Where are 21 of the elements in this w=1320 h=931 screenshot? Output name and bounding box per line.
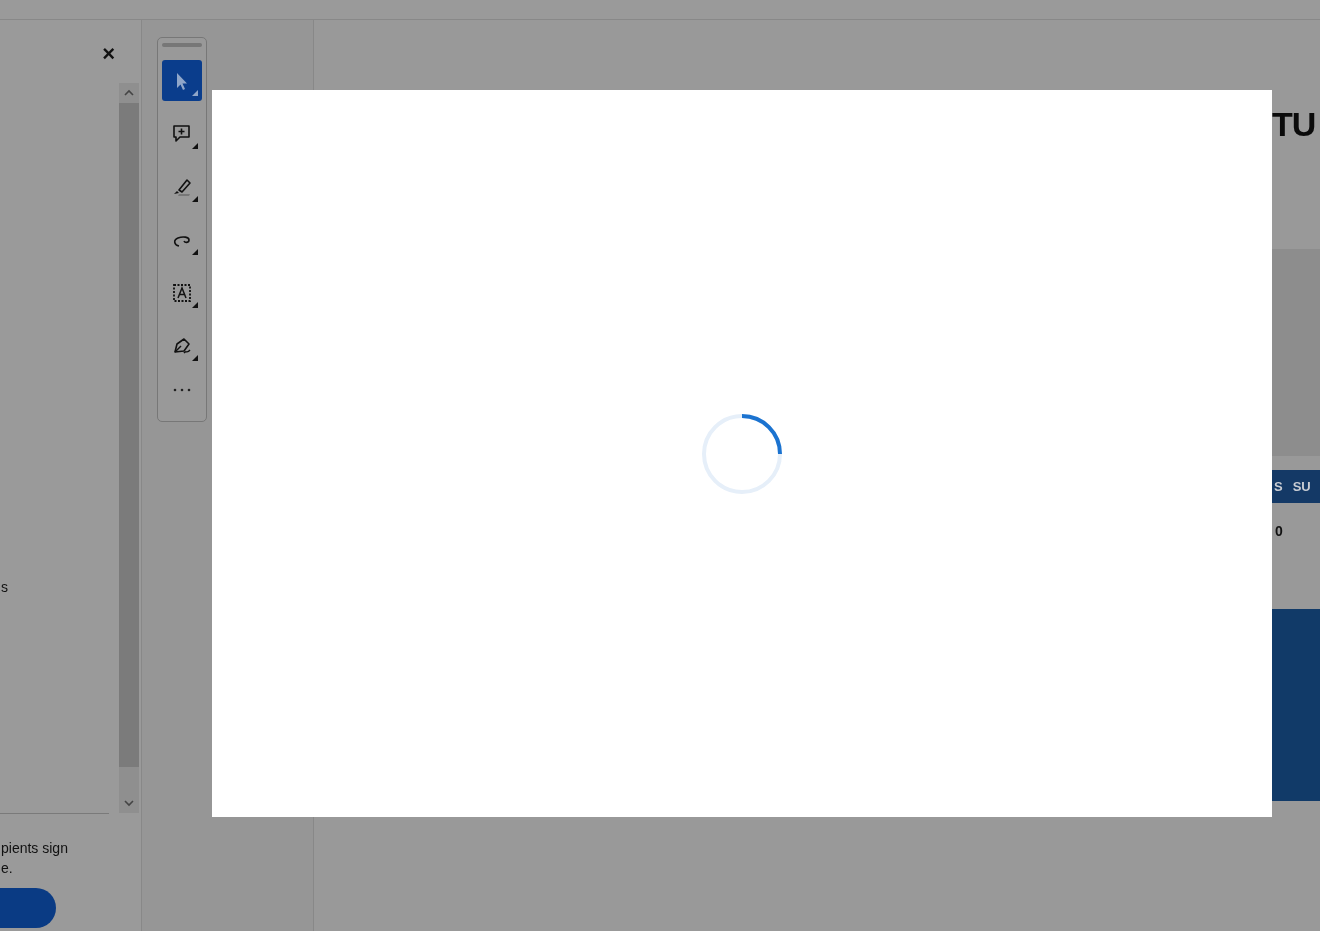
more-icon — [173, 388, 191, 392]
submenu-corner-icon — [192, 249, 198, 255]
submenu-corner-icon — [192, 302, 198, 308]
text-select-icon — [171, 281, 193, 304]
submenu-corner-icon — [192, 196, 198, 202]
submenu-corner-icon — [192, 90, 198, 96]
chevron-up-icon — [123, 88, 135, 97]
tool-button[interactable] — [162, 60, 202, 101]
document-heading: TU — [1272, 104, 1316, 145]
panel-text: s — [1, 578, 9, 595]
column-header: SU — [1292, 479, 1311, 494]
table-cell: 0 — [1275, 523, 1283, 539]
close-button[interactable]: × — [102, 44, 115, 64]
column-header: S — [1274, 479, 1283, 494]
submenu-corner-icon — [192, 143, 198, 149]
chevron-down-icon — [123, 799, 135, 807]
drag-handle[interactable] — [162, 43, 202, 47]
description-text: pients sign e. — [1, 839, 69, 878]
comment-add-icon — [171, 122, 193, 145]
primary-button[interactable] — [0, 888, 56, 928]
submenu-corner-icon — [192, 355, 198, 361]
